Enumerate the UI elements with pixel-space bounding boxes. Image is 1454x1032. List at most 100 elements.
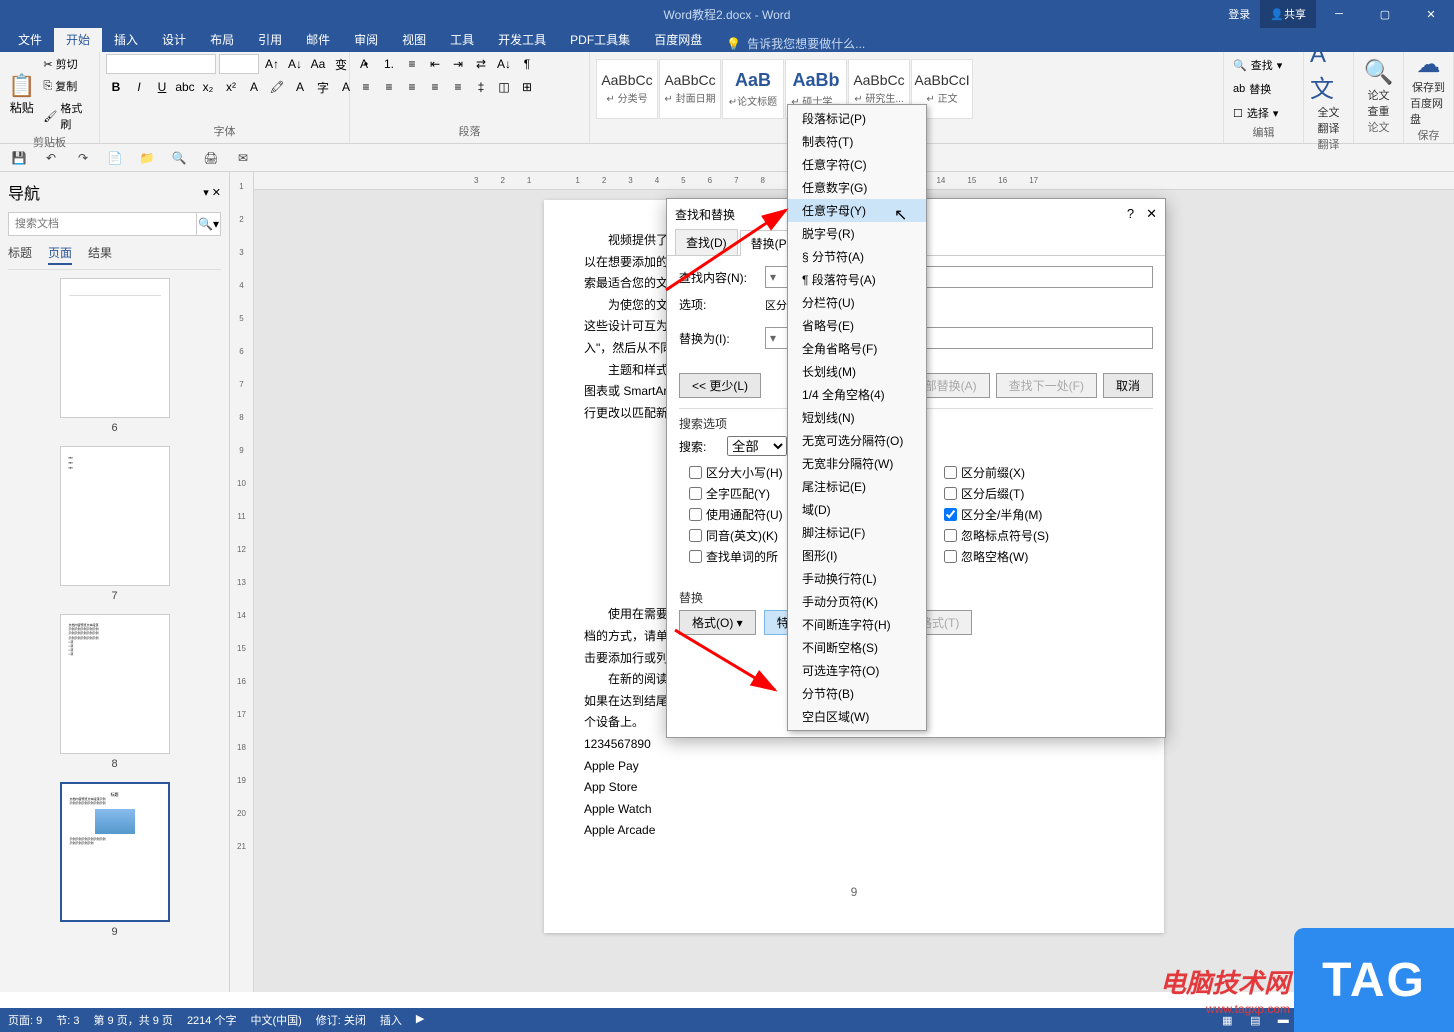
cut-button[interactable]: ✂ 剪切 [41, 54, 93, 74]
menu-para-char[interactable]: ¶ 段落符号(A) [788, 268, 926, 291]
select-button[interactable]: ☐ 选择 ▾ [1230, 102, 1281, 124]
asian-layout-button[interactable]: ⇄ [471, 54, 491, 74]
check-space[interactable]: 忽略空格(W) [944, 548, 1109, 565]
format-button[interactable]: 格式(O) ▾ [679, 610, 756, 635]
find-button[interactable]: 🔍 查找 ▾ [1230, 54, 1285, 76]
format-painter-button[interactable]: 🖌 格式刷 [41, 98, 93, 134]
nav-tab-results[interactable]: 结果 [88, 244, 112, 265]
menu-opt-hyphen[interactable]: 可选连字符(O) [788, 659, 926, 682]
tab-references[interactable]: 引用 [246, 27, 294, 52]
menu-caret[interactable]: 脱字号(R) [788, 222, 926, 245]
copy-button[interactable]: ⎘ 复制 [41, 76, 93, 96]
nav-tab-pages[interactable]: 页面 [48, 244, 72, 265]
tab-find[interactable]: 查找(D) [675, 229, 738, 255]
review-group[interactable]: 🔍 论文 查重 论文 [1354, 52, 1404, 143]
menu-footnote[interactable]: 脚注标记(F) [788, 521, 926, 544]
menu-manual-page[interactable]: 手动分页符(K) [788, 590, 926, 613]
increase-indent-button[interactable]: ⇥ [448, 54, 468, 74]
italic-button[interactable]: I [129, 77, 149, 97]
email-button[interactable]: ✉ [232, 147, 254, 169]
menu-graphic[interactable]: 图形(I) [788, 544, 926, 567]
tab-home[interactable]: 开始 [54, 27, 102, 52]
shading-button[interactable]: ◫ [494, 77, 514, 97]
subscript-button[interactable]: x₂ [198, 77, 218, 97]
tab-layout[interactable]: 布局 [198, 27, 246, 52]
distribute-button[interactable]: ≡ [448, 77, 468, 97]
open-button[interactable]: 📁 [136, 147, 158, 169]
menu-tab[interactable]: 制表符(T) [788, 130, 926, 153]
dialog-close-button[interactable]: ✕ [1146, 206, 1157, 222]
status-insert[interactable]: 插入 [380, 1012, 402, 1028]
bold-button[interactable]: B [106, 77, 126, 97]
menu-nb-space[interactable]: 不间断空格(S) [788, 636, 926, 659]
phonetic-button[interactable]: 变 [331, 54, 351, 74]
text-effects-button[interactable]: A [244, 77, 264, 97]
menu-column-break[interactable]: 分栏符(U) [788, 291, 926, 314]
minimize-button[interactable]: ─ [1316, 0, 1362, 28]
search-direction-select[interactable]: 全部 [727, 436, 787, 456]
menu-any-digit[interactable]: 任意数字(G) [788, 176, 926, 199]
align-left-button[interactable]: ≡ [356, 77, 376, 97]
share-button[interactable]: 👤 共享 [1260, 0, 1316, 28]
status-revision[interactable]: 修订: 关闭 [316, 1012, 366, 1028]
print-preview-button[interactable]: 🔍 [168, 147, 190, 169]
borders-button[interactable]: ⊞ [517, 77, 537, 97]
nav-search-input[interactable] [8, 212, 197, 236]
status-macro-icon[interactable]: ▶ [416, 1012, 424, 1028]
menu-whitespace[interactable]: 空白区域(W) [788, 705, 926, 728]
tab-design[interactable]: 设计 [150, 27, 198, 52]
nav-tab-headings[interactable]: 标题 [8, 244, 32, 265]
print-button[interactable]: 🖨 [200, 147, 222, 169]
tab-review[interactable]: 审阅 [342, 27, 390, 52]
menu-full-ellipsis[interactable]: 全角省略号(F) [788, 337, 926, 360]
menu-en-dash[interactable]: 短划线(N) [788, 406, 926, 429]
cancel-button[interactable]: 取消 [1103, 373, 1153, 398]
tab-tools[interactable]: 工具 [438, 27, 486, 52]
dialog-help-button[interactable]: ? [1127, 206, 1134, 222]
save-baidu-group[interactable]: ☁ 保存到 百度网盘 保存 [1404, 52, 1454, 143]
line-spacing-button[interactable]: ‡ [471, 77, 491, 97]
sort-button[interactable]: A↓ [494, 54, 514, 74]
superscript-button[interactable]: x² [221, 77, 241, 97]
nav-search-button[interactable]: 🔍▾ [197, 212, 221, 236]
nav-pin-icon[interactable]: ▾ ✕ [203, 186, 221, 199]
check-punct[interactable]: 忽略标点符号(S) [944, 527, 1109, 544]
tab-view[interactable]: 视图 [390, 27, 438, 52]
highlight-button[interactable]: 🖍 [267, 77, 287, 97]
tab-developer[interactable]: 开发工具 [486, 27, 558, 52]
font-color-button[interactable]: A [290, 77, 310, 97]
menu-field[interactable]: 域(D) [788, 498, 926, 521]
show-marks-button[interactable]: ¶ [517, 54, 537, 74]
tab-pdf[interactable]: PDF工具集 [558, 27, 642, 52]
menu-quarter-em[interactable]: 1/4 全角空格(4) [788, 383, 926, 406]
style-thesis-title[interactable]: AaB↵论文标题 [722, 59, 784, 119]
tell-me-input[interactable]: 💡告诉我您想要做什么... [726, 35, 865, 52]
find-next-button[interactable]: 查找下一处(F) [996, 373, 1097, 398]
replace-button[interactable]: ab 替换 [1230, 78, 1274, 100]
thumbnail-6[interactable] [60, 278, 170, 418]
check-prefix[interactable]: 区分前缀(X) [944, 464, 1109, 481]
check-width[interactable]: 区分全/半角(M) [944, 506, 1109, 523]
status-wordcount[interactable]: 2214 个字 [187, 1012, 237, 1028]
maximize-button[interactable]: ▢ [1362, 0, 1408, 28]
thumbnail-8[interactable]: 文档内容预览文本段落示例示例示例示例示例示例示例示例示例示例示例示例示例示例示例… [60, 614, 170, 754]
status-page[interactable]: 页面: 9 [8, 1012, 42, 1028]
align-center-button[interactable]: ≡ [379, 77, 399, 97]
tab-baidu[interactable]: 百度网盘 [642, 27, 714, 52]
style-cover-date[interactable]: AaBbCc↵ 封面日期 [659, 59, 721, 119]
change-case-button[interactable]: Aa [308, 54, 328, 74]
bullets-button[interactable]: • [356, 54, 376, 74]
grow-font-button[interactable]: A↑ [262, 54, 282, 74]
menu-manual-break[interactable]: 手动换行符(L) [788, 567, 926, 590]
menu-para-mark[interactable]: 段落标记(P) [788, 107, 926, 130]
thumbnail-9[interactable]: 标题文档内容预览文本段落示例示例示例示例示例示例示例示例示例示例示例示例示例示例… [60, 782, 170, 922]
translate-group[interactable]: A文 全文 翻译 翻译 [1304, 52, 1354, 143]
status-section[interactable]: 节: 3 [56, 1012, 79, 1028]
strike-button[interactable]: abc [175, 77, 195, 97]
tab-insert[interactable]: 插入 [102, 27, 150, 52]
thumbnail-7[interactable]: ▪▪▪▪▪▪▪▪▪ [60, 446, 170, 586]
char-shading-button[interactable]: 字 [313, 77, 333, 97]
menu-section-char[interactable]: § 分节符(A) [788, 245, 926, 268]
menu-em-dash[interactable]: 长划线(M) [788, 360, 926, 383]
underline-button[interactable]: U [152, 77, 172, 97]
